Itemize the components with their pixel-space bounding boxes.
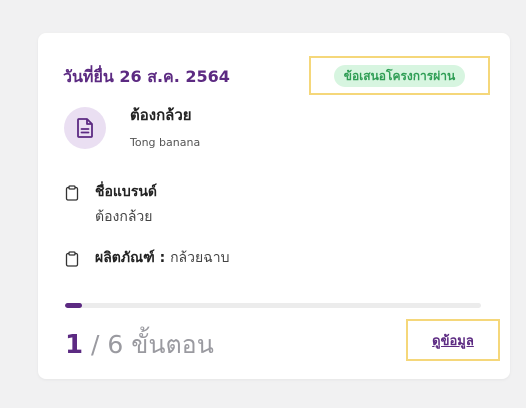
product-label: ผลิตภัณฑ์ — [95, 250, 155, 266]
submission-date: วันที่ยื่น 26 ส.ค. 2564 — [63, 67, 230, 86]
status-badge: ข้อเสนอโครงการผ่าน — [333, 64, 466, 87]
clipboard-icon — [65, 251, 79, 267]
view-details-link[interactable]: ดูข้อมูล — [432, 330, 474, 351]
clipboard-icon — [65, 185, 79, 201]
product-colon: : — [154, 250, 171, 266]
product-row: ผลิตภัณฑ์ : กล้วยฉาบ — [95, 247, 229, 269]
status-badge-highlight: ข้อเสนอโครงการผ่าน — [309, 56, 490, 95]
project-subtitle: Tong banana — [130, 136, 201, 149]
step-counter: 1 / 6 ขั้นตอน — [65, 325, 214, 365]
step-total: / 6 ขั้นตอน — [83, 330, 214, 359]
brand-label: ชื่อแบรนด์ — [95, 184, 158, 200]
project-card: วันที่ยื่น 26 ส.ค. 2564 ข้อเสนอโครงการผ่… — [38, 33, 510, 379]
progress-fill — [65, 303, 82, 308]
product-value: กล้วยฉาบ — [170, 250, 230, 266]
document-icon — [77, 118, 93, 138]
brand-value: ต้องกล้วย — [95, 209, 153, 225]
step-current: 1 — [65, 330, 84, 360]
project-name: ต้องกล้วย — [130, 106, 192, 124]
view-details-highlight: ดูข้อมูล — [406, 319, 500, 361]
progress-bar — [65, 303, 481, 308]
avatar — [64, 107, 106, 149]
